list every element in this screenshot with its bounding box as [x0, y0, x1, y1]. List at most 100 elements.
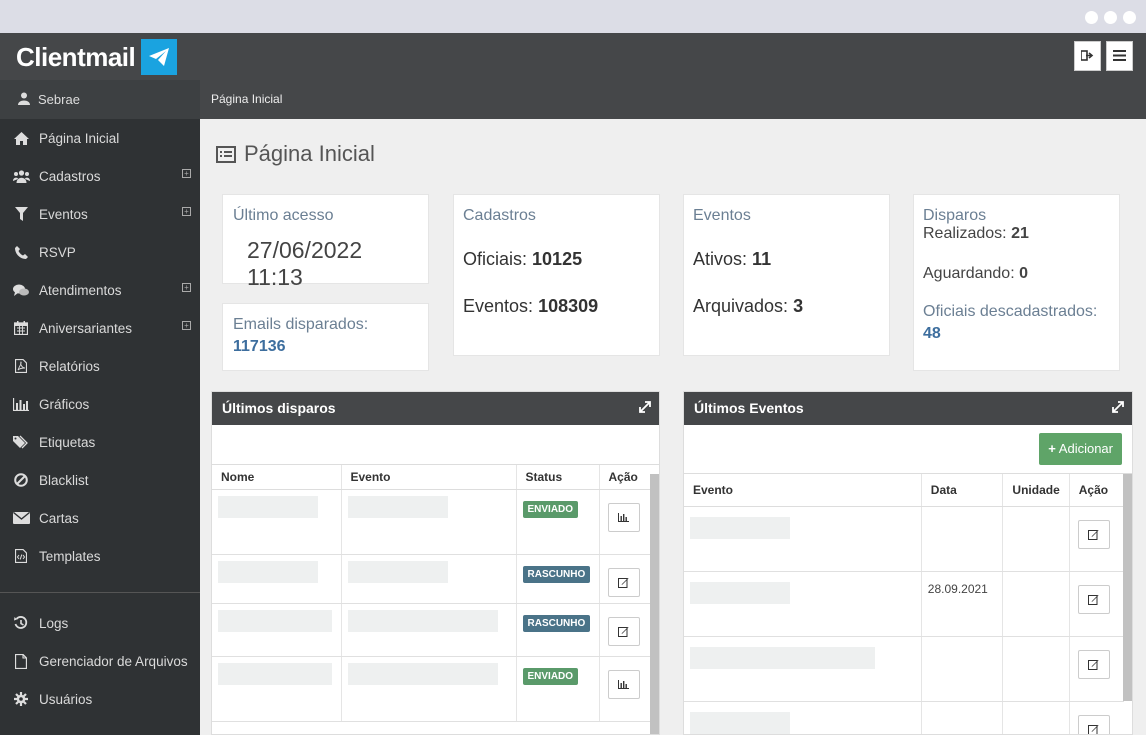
cell-unidade	[1002, 506, 1070, 572]
cell-acao	[599, 489, 652, 555]
add-event-button[interactable]: + Adicionar	[1039, 433, 1122, 465]
sidebar-item-label: Cartas	[39, 510, 79, 526]
window-dot[interactable]	[1123, 11, 1136, 24]
logout-button[interactable]	[1074, 41, 1101, 71]
edit-button[interactable]	[1077, 649, 1110, 679]
table-row[interactable]: ENVIADO	[212, 489, 652, 555]
sign-out-icon	[1080, 48, 1094, 64]
cell-evento	[341, 603, 517, 657]
card-disparos: Disparos Realizados: 21 Aguardando: 0 Of…	[913, 194, 1120, 371]
sidebar-item-rsvp[interactable]: RSVP	[0, 233, 200, 271]
column-header[interactable]: Evento	[341, 465, 517, 490]
stats-button[interactable]	[607, 502, 640, 532]
sidebar-bottom-menu: Logs Gerenciador de Arquivos Usuários	[0, 604, 200, 718]
disparos-label: Disparos	[923, 207, 987, 224]
edit-button[interactable]	[607, 616, 640, 646]
expand-icon[interactable]	[1112, 392, 1124, 425]
table-row[interactable]	[684, 636, 1124, 702]
descadastrados-value[interactable]: 48	[923, 325, 1110, 343]
sidebar-item-atendimentos[interactable]: Atendimentos +	[0, 271, 200, 309]
events-table: Evento Data Unidade Ação 28.09.2021	[684, 474, 1124, 734]
table-row[interactable]	[684, 506, 1124, 572]
edit-button[interactable]	[607, 567, 640, 597]
stats-button[interactable]	[607, 669, 640, 699]
code-file-icon	[12, 549, 30, 563]
column-header[interactable]: Unidade	[1002, 474, 1070, 507]
disparos-realizados: Realizados: 21	[923, 225, 1110, 243]
cell-evento	[684, 636, 922, 702]
sidebar-item-graficos[interactable]: Gráficos	[0, 385, 200, 423]
window-chrome	[0, 0, 1146, 33]
descadastrados-label: Oficiais descadastrados:	[923, 303, 1098, 320]
scrollbar[interactable]	[1123, 474, 1132, 701]
sidebar-item-blacklist[interactable]: Blacklist	[0, 461, 200, 499]
column-header[interactable]: Ação	[599, 465, 652, 490]
eventos-ativos: Ativos: 11	[693, 249, 880, 270]
placeholder-text	[347, 609, 498, 632]
cell-evento	[341, 554, 517, 604]
table-row[interactable]: RASCUNHO	[212, 603, 652, 657]
cell-unidade	[1002, 701, 1070, 734]
edit-button[interactable]	[1077, 519, 1110, 549]
cell-evento	[341, 656, 517, 722]
column-header[interactable]: Evento	[684, 474, 922, 507]
sidebar-item-gerenciador-de-arquivos[interactable]: Gerenciador de Arquivos	[0, 642, 200, 680]
panel-title: Últimos Eventos	[694, 400, 804, 416]
sidebar-item-label: Cadastros	[39, 168, 101, 184]
bar-chart-icon	[618, 512, 629, 522]
table-row[interactable]: RASCUNHO	[212, 554, 652, 604]
expand-plus-icon[interactable]: +	[182, 283, 191, 292]
table-row[interactable]: 28.09.2021	[684, 571, 1124, 637]
column-header[interactable]: Data	[921, 474, 1004, 507]
sidebar-item-relatorios[interactable]: Relatórios	[0, 347, 200, 385]
cadastros-oficiais: Oficiais: 10125	[463, 249, 650, 270]
cell-acao	[1069, 571, 1124, 637]
edit-button[interactable]	[1077, 584, 1110, 614]
window-dot[interactable]	[1104, 11, 1117, 24]
table-row[interactable]: ENVIADO	[212, 656, 652, 722]
cell-evento	[684, 701, 922, 734]
page-title-text: Página Inicial	[244, 141, 375, 166]
cell-acao	[599, 603, 652, 657]
sidebar-item-pagina-inicial[interactable]: Página Inicial	[0, 119, 200, 157]
cell-unidade	[1002, 571, 1070, 637]
sidebar-item-aniversariantes[interactable]: Aniversariantes +	[0, 309, 200, 347]
card-cadastros: Cadastros Oficiais: 10125 Eventos: 10830…	[453, 194, 660, 356]
oficiais-value: 10125	[532, 249, 583, 269]
edit-button[interactable]	[1077, 714, 1110, 734]
sidebar-item-cadastros[interactable]: Cadastros +	[0, 157, 200, 195]
expand-icon[interactable]	[639, 392, 651, 425]
sidebar-item-logs[interactable]: Logs	[0, 604, 200, 642]
sidebar-item-eventos[interactable]: Eventos +	[0, 195, 200, 233]
scrollbar[interactable]	[650, 474, 659, 734]
sidebar-user[interactable]: Sebrae	[0, 80, 200, 119]
sidebar-item-label: Templates	[39, 548, 101, 564]
column-header[interactable]: Nome	[212, 465, 342, 490]
last-access-label: Último acesso	[233, 207, 334, 224]
sidebar-item-label: Atendimentos	[39, 282, 122, 298]
menu-button[interactable]	[1106, 41, 1133, 71]
column-header[interactable]: Ação	[1069, 474, 1124, 507]
sidebar-item-label: Blacklist	[39, 472, 89, 488]
breadcrumb-item[interactable]: Página Inicial	[211, 92, 282, 106]
expand-plus-icon[interactable]: +	[182, 207, 191, 216]
plus-icon: +	[1048, 441, 1056, 456]
sidebar-item-templates[interactable]: Templates	[0, 537, 200, 575]
brand[interactable]: Clientmail	[16, 39, 178, 75]
expand-plus-icon[interactable]: +	[182, 169, 191, 178]
sidebar-item-etiquetas[interactable]: Etiquetas	[0, 423, 200, 461]
column-header[interactable]: Status	[516, 465, 600, 490]
sidebar-item-label: Logs	[39, 615, 69, 631]
cell-evento	[684, 506, 922, 572]
sidebar-item-usuarios[interactable]: Usuários	[0, 680, 200, 718]
edit-icon	[1088, 594, 1099, 605]
emails-sent-value[interactable]: 117136	[233, 338, 418, 356]
table-row[interactable]	[684, 701, 1124, 734]
sidebar-item-cartas[interactable]: Cartas	[0, 499, 200, 537]
window-dot[interactable]	[1085, 11, 1098, 24]
expand-plus-icon[interactable]: +	[182, 321, 191, 330]
events-table-body: 28.09.2021	[684, 506, 1124, 734]
disparos-aguardando: Aguardando: 0	[923, 265, 1110, 283]
sidebar-item-label: Gráficos	[39, 396, 90, 412]
cadastros-eventos: Eventos: 108309	[463, 296, 650, 317]
